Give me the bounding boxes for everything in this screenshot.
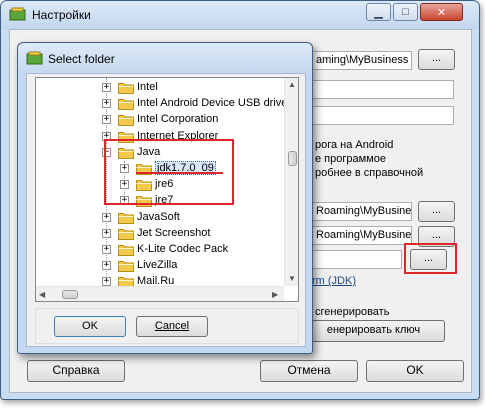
folder-icon xyxy=(136,180,152,192)
dialog-cancel-button[interactable]: Cancel xyxy=(136,316,208,337)
expander-icon[interactable]: + xyxy=(102,245,111,254)
dialog-content: + Intel + Intel Android Device USB driver + I… xyxy=(26,73,306,347)
tree-item-label: Internet Explorer xyxy=(137,129,219,142)
expander-icon[interactable]: + xyxy=(102,131,111,141)
folder-icon xyxy=(118,212,134,224)
tree-item[interactable]: + Internet Explorer xyxy=(36,128,296,145)
tree-item-label: K-Lite Codec Pack xyxy=(137,243,229,255)
scroll-right-arrow-icon[interactable]: ▶ xyxy=(272,290,278,299)
browse-button-3[interactable]: ... xyxy=(418,226,455,247)
generate-key-button[interactable]: енерировать ключ xyxy=(302,320,445,342)
folder-icon xyxy=(118,228,134,240)
dialog-cancel-label: Cancel xyxy=(154,320,190,332)
folder-icon xyxy=(118,147,134,159)
folder-icon xyxy=(136,196,152,208)
path-field-4[interactable]: Roaming\MyBusiness xyxy=(312,202,412,221)
scroll-left-arrow-icon[interactable]: ◀ xyxy=(39,290,45,299)
dialog-title-bar[interactable]: Select folder xyxy=(18,43,312,73)
select-folder-dialog: Select folder + Intel + Intel Android Devic… xyxy=(17,42,313,354)
tree-item-label: JavaSoft xyxy=(137,210,180,223)
close-icon: ✕ xyxy=(436,6,447,19)
tree-item-label: Java xyxy=(137,145,161,158)
maximize-button[interactable]: □ xyxy=(393,3,418,21)
highlight-underline xyxy=(136,172,223,174)
tree-item[interactable]: − Java xyxy=(36,144,296,161)
expander-icon[interactable]: + xyxy=(120,164,129,173)
folder-tree[interactable]: + Intel + Intel Android Device USB driver + I… xyxy=(35,77,299,302)
close-button[interactable]: ✕ xyxy=(420,3,463,21)
expander-icon[interactable]: + xyxy=(102,83,111,92)
browse-button-2[interactable]: ... xyxy=(418,201,455,222)
dialog-ok-button[interactable]: OK xyxy=(54,316,126,337)
tree-item[interactable]: + LiveZilla xyxy=(36,257,296,274)
expander-icon[interactable]: + xyxy=(120,180,129,190)
tree-item-label: Intel xyxy=(137,81,158,93)
path-field-3[interactable] xyxy=(312,106,454,125)
expander-icon[interactable]: + xyxy=(102,212,111,222)
folder-icon xyxy=(118,131,134,143)
path-field-6[interactable] xyxy=(312,250,402,269)
vertical-scroll-thumb[interactable] xyxy=(288,151,297,166)
info-text-line-3: робнее в справочной xyxy=(315,167,424,179)
dialog-button-group: OK Cancel xyxy=(35,308,299,344)
tree-item[interactable]: + Jet Screenshot xyxy=(36,225,296,242)
path-field-1[interactable]: aming\MyBusiness xyxy=(312,51,412,70)
tree-item[interactable]: + jre6 xyxy=(36,176,296,193)
path-field-5[interactable]: Roaming\MyBusiness xyxy=(312,226,412,245)
app-icon xyxy=(26,51,43,65)
horizontal-scrollbar[interactable]: ◀ ▶ xyxy=(36,286,284,301)
horizontal-scroll-thumb[interactable] xyxy=(62,290,78,299)
cancel-button[interactable]: Отмена xyxy=(260,360,358,382)
generate-note: сгенерировать xyxy=(315,306,390,318)
info-text-line-2: е программое xyxy=(315,153,386,165)
ok-button[interactable]: OK xyxy=(366,360,464,382)
tree-item-label: jre6 xyxy=(155,178,174,191)
tree-item-label: jre7 xyxy=(155,194,174,207)
tree-item[interactable]: + Intel Corporation xyxy=(36,111,296,128)
maximize-icon: □ xyxy=(402,6,409,18)
expander-icon[interactable]: − xyxy=(102,147,111,157)
minimize-icon: ▁ xyxy=(374,6,383,19)
folder-icon xyxy=(118,83,134,94)
expander-icon[interactable]: + xyxy=(102,99,111,109)
dialog-title: Select folder xyxy=(48,52,115,66)
tree-item-label: LiveZilla xyxy=(137,259,178,272)
tree-item[interactable]: + jdk1.7.0_09 xyxy=(36,160,296,177)
tree-item[interactable]: + K-Lite Codec Pack xyxy=(36,241,296,258)
title-bar[interactable]: Настройки ▁ □ ✕ xyxy=(1,1,479,29)
browse-button-1[interactable]: ... xyxy=(418,49,455,70)
expander-icon[interactable]: + xyxy=(102,261,111,271)
expander-icon[interactable]: + xyxy=(102,228,111,238)
folder-icon xyxy=(118,99,134,111)
folder-icon xyxy=(118,115,134,127)
tree-item-label: Jet Screenshot xyxy=(137,226,211,239)
tree-item-label: Intel Android Device USB driver xyxy=(137,97,292,110)
scroll-up-arrow-icon[interactable]: ▲ xyxy=(288,80,296,89)
scroll-down-arrow-icon[interactable]: ▼ xyxy=(288,274,296,283)
tree-item[interactable]: + Intel Android Device USB driver xyxy=(36,95,296,112)
tree-item[interactable]: + JavaSoft xyxy=(36,209,296,226)
tree-item[interactable]: + Intel xyxy=(36,79,296,96)
browse-button-jdk[interactable]: ... xyxy=(410,249,447,270)
path-field-2[interactable] xyxy=(312,80,454,99)
help-button[interactable]: Справка xyxy=(27,360,125,382)
folder-icon xyxy=(118,261,134,273)
vertical-scrollbar[interactable]: ▲ ▼ xyxy=(284,78,298,286)
folder-icon xyxy=(118,245,134,256)
info-text-line-1: рога на Android xyxy=(315,139,394,151)
expander-icon[interactable]: + xyxy=(102,115,111,125)
jdk-link[interactable]: rm (JDK) xyxy=(312,275,356,287)
minimize-button[interactable]: ▁ xyxy=(366,3,391,21)
tree-item-label: Intel Corporation xyxy=(137,113,219,126)
app-icon xyxy=(9,7,26,21)
window-title: Настройки xyxy=(32,8,91,22)
tree-item[interactable]: + jre7 xyxy=(36,192,296,209)
expander-icon[interactable]: + xyxy=(120,196,129,206)
